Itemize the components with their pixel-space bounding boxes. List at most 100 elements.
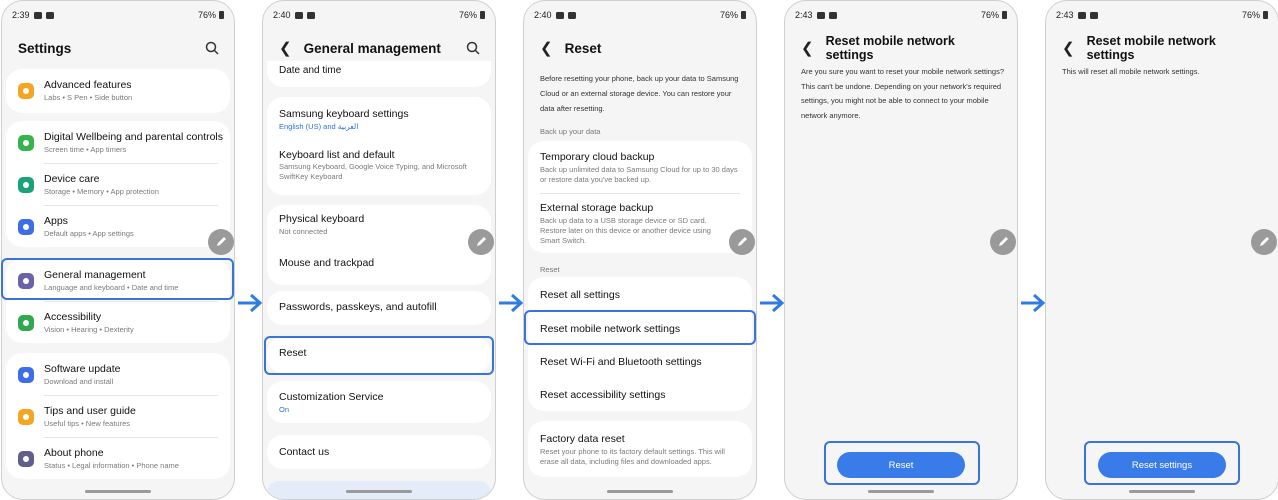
settings-item-software-update[interactable]: Software update Download and install (6, 353, 230, 395)
item-sub: English (US) and العربية (279, 122, 359, 131)
page-title: Reset mobile network settings (825, 34, 955, 62)
list-card: Passwords, passkeys, and autofill (267, 291, 491, 325)
search-icon[interactable] (204, 40, 220, 56)
list-card: Physical keyboard Not connected Mouse an… (267, 205, 491, 285)
item-label: Reset accessibility settings (540, 389, 666, 401)
item-label: Passwords, passkeys, and autofill (279, 301, 437, 313)
item-sub: Reset your phone to its factory default … (540, 447, 725, 466)
back-icon[interactable]: ❮ (801, 41, 814, 56)
item-label: About phone (44, 447, 104, 459)
list-item-reset-all-settings[interactable]: Reset all settings (528, 277, 752, 311)
highlight-reset-mobile-network (524, 310, 756, 345)
apps-icon (18, 219, 34, 235)
item-label: Digital Wellbeing and parental controls (44, 131, 223, 143)
back-icon[interactable]: ❮ (540, 41, 553, 56)
item-sub: Back up unlimited data to Samsung Cloud … (540, 165, 738, 184)
home-indicator (868, 490, 934, 493)
list-item-mouse-trackpad[interactable]: Mouse and trackpad (267, 245, 491, 285)
settings-group-2: Digital Wellbeing and parental controls … (6, 121, 230, 247)
pen-icon[interactable] (468, 229, 494, 255)
arrow-right-icon (236, 292, 264, 314)
item-label: Contact us (279, 446, 330, 458)
item-sub: Screen time • App timers (44, 145, 127, 154)
pen-icon[interactable] (1251, 229, 1277, 255)
settings-item-device-care[interactable]: Device care Storage • Memory • App prote… (6, 163, 230, 205)
list-item-temporary-cloud-backup[interactable]: Temporary cloud backup Back up unlimited… (528, 141, 752, 193)
home-indicator (1129, 490, 1195, 493)
home-indicator (346, 490, 412, 493)
item-sub: Useful tips • New features (44, 419, 130, 428)
list-item-reset-accessibility[interactable]: Reset accessibility settings (528, 379, 752, 411)
list-item-passwords[interactable]: Passwords, passkeys, and autofill (267, 291, 491, 325)
backup-card: Temporary cloud backup Back up unlimited… (528, 141, 752, 253)
highlight-reset-settings-button (1084, 441, 1240, 485)
software-update-icon (18, 367, 34, 383)
back-icon[interactable]: ❮ (279, 41, 292, 56)
list-card: Contact us (267, 435, 491, 469)
item-label: Factory data reset (540, 433, 625, 445)
pen-icon[interactable] (729, 229, 755, 255)
confirm-text: This will reset all mobile network setti… (1062, 67, 1200, 76)
device-care-icon (18, 177, 34, 193)
list-item-factory-data-reset[interactable]: Factory data reset Reset your phone to i… (528, 421, 752, 477)
accessibility-icon (18, 315, 34, 331)
pen-icon[interactable] (990, 229, 1016, 255)
arrow-right-icon (758, 292, 786, 314)
factory-card: Factory data reset Reset your phone to i… (528, 421, 752, 477)
section-header-reset: Reset (540, 265, 560, 274)
item-label: Device care (44, 173, 100, 185)
arrow-right-icon (1019, 292, 1047, 314)
page-title: General management (303, 40, 441, 56)
item-sub: Download and install (44, 377, 114, 386)
status-time: 2:40 (273, 10, 291, 20)
item-label: Software update (44, 363, 121, 375)
settings-group-4: Software update Download and install Tip… (6, 353, 230, 479)
home-indicator (85, 490, 151, 493)
settings-item-advanced-features[interactable]: Advanced features Labs • S Pen • Side bu… (6, 69, 230, 113)
item-label: Samsung keyboard settings (279, 108, 409, 120)
page-title: Settings (18, 40, 72, 56)
settings-item-tips[interactable]: Tips and user guide Useful tips • New fe… (6, 395, 230, 437)
item-label: Tips and user guide (44, 405, 136, 417)
confirm-text: Are you sure you want to reset your mobi… (801, 67, 1005, 120)
about-phone-icon (18, 451, 34, 467)
status-bar: 2:43 76% (1056, 9, 1268, 21)
back-icon[interactable]: ❮ (1062, 41, 1075, 56)
status-battery: 76% (197, 10, 216, 20)
item-label: Physical keyboard (279, 213, 365, 225)
pen-icon[interactable] (208, 229, 234, 255)
status-bar: 2:43 76% (795, 9, 1007, 21)
settings-item-accessibility[interactable]: Accessibility Vision • Hearing • Dexteri… (6, 301, 230, 343)
list-item-customization-service[interactable]: Customization Service On (267, 381, 491, 423)
item-sub: Vision • Hearing • Dexterity (44, 325, 134, 334)
settings-item-digital-wellbeing[interactable]: Digital Wellbeing and parental controls … (6, 121, 230, 163)
wellbeing-icon (18, 135, 34, 151)
settings-item-apps[interactable]: Apps Default apps • App settings (6, 205, 230, 247)
list-card: Date and time (267, 61, 491, 87)
page-header: Settings (18, 37, 220, 59)
item-label: Advanced features (44, 79, 132, 91)
section-header-backup: Back up your data (540, 127, 601, 136)
page-header: ❮ Reset mobile network settings (1062, 34, 1264, 62)
list-item-external-storage-backup[interactable]: External storage backup Back up data to … (528, 193, 752, 253)
item-sub: Storage • Memory • App protection (44, 187, 159, 196)
settings-item-about-phone[interactable]: About phone Status • Legal information •… (6, 437, 230, 479)
tips-icon (18, 409, 34, 425)
intro-text: Before resetting your phone, back up you… (540, 74, 739, 113)
star-icon (18, 83, 34, 99)
list-item-physical-keyboard[interactable]: Physical keyboard Not connected (267, 205, 491, 245)
status-time: 2:43 (1056, 10, 1074, 20)
item-sub: Not connected (279, 227, 328, 236)
search-icon[interactable] (465, 40, 481, 56)
page-title: Reset (564, 40, 602, 56)
list-item-date-time[interactable]: Date and time (267, 61, 491, 87)
page-header: ❮ General management (279, 37, 481, 59)
list-item-keyboard-list[interactable]: Keyboard list and default Samsung Keyboa… (267, 139, 491, 195)
list-item-reset-wifi-bluetooth[interactable]: Reset Wi-Fi and Bluetooth settings (528, 345, 752, 379)
highlight-general-management (1, 258, 234, 300)
list-item-contact-us[interactable]: Contact us (267, 435, 491, 469)
status-bar: 2:40 76% (273, 9, 485, 21)
list-item-samsung-keyboard[interactable]: Samsung keyboard settings English (US) a… (267, 97, 491, 139)
item-label: Customization Service (279, 391, 384, 403)
status-battery: 76% (980, 10, 999, 20)
